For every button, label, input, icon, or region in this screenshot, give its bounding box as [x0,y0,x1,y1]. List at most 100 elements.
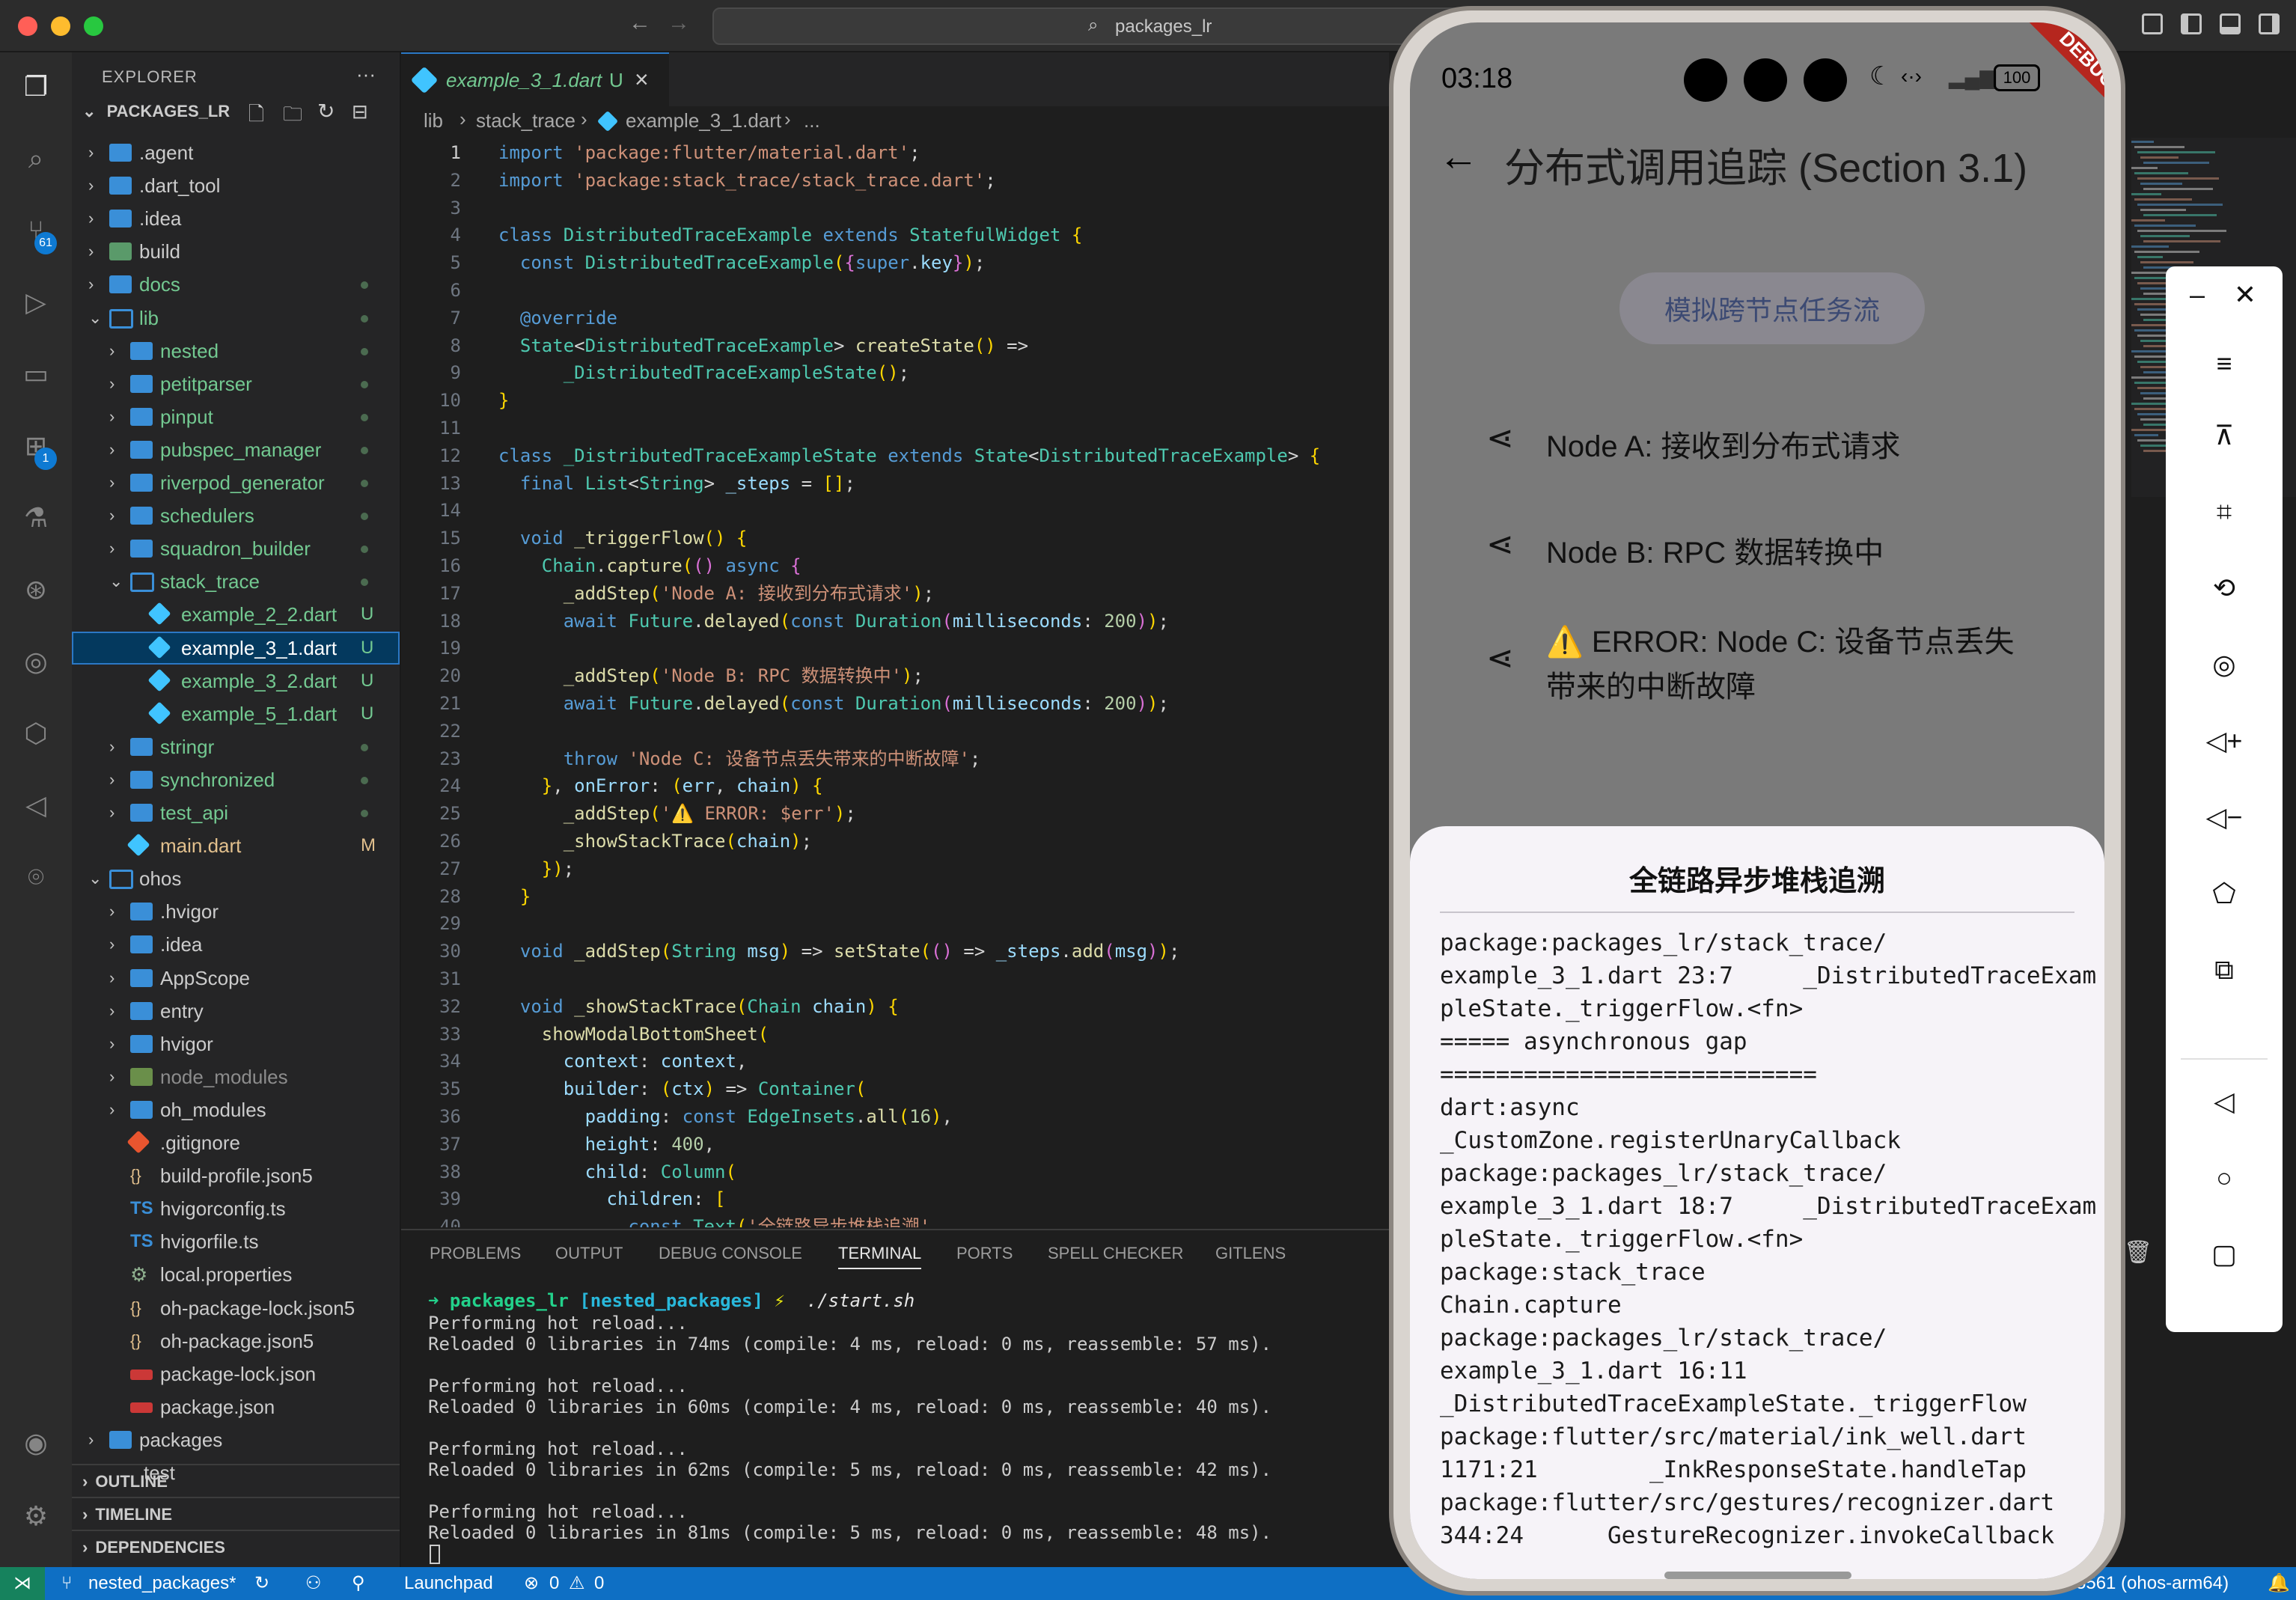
notification-bell-icon[interactable]: 🔔 [2268,1567,2290,1600]
volume-down-icon[interactable]: ◁− [2205,798,2244,837]
sync-icon[interactable]: ↻ [254,1567,269,1600]
nav-back-icon[interactable]: ◁ [2205,1082,2244,1121]
flutter-icon[interactable]: ◁ [18,787,54,823]
gitlens-icon[interactable]: ◎ [18,644,54,680]
screenshot-icon[interactable]: ◎ [2205,645,2244,684]
tree-item[interactable]: ⌄ stack_trace [72,565,400,598]
warning-count[interactable]: 0 [594,1567,604,1600]
dependencies-section[interactable]: › DEPENDENCIES [72,1530,400,1564]
tree-item[interactable]: › test_api [72,796,400,829]
tree-item[interactable]: package-lock.json [72,1358,400,1390]
toggle-panel-icon[interactable] [2220,13,2241,34]
account-icon[interactable]: ◉ [18,1425,54,1461]
timeline-section[interactable]: › TIMELINE [72,1497,400,1531]
tree-item[interactable]: › hvigor [72,1028,400,1060]
tab-debug-console[interactable]: DEBUG CONSOLE [659,1244,802,1263]
tree-item[interactable]: › pubspec_manager [72,433,400,466]
close-window-button[interactable] [18,16,37,36]
tree-item[interactable]: › node_modules [72,1060,400,1093]
inspector-icon[interactable]: ⌾ [18,859,54,895]
settings-gear-icon[interactable]: ⚙ [18,1498,54,1534]
tree-item[interactable]: › .agent [72,136,400,169]
tab-example-3-1[interactable]: example_3_1.dart U × [401,52,669,108]
trash-icon[interactable]: 🗑 [2124,1239,2152,1265]
new-file-icon[interactable]: 🗋 [248,100,264,133]
tree-item[interactable]: › nested [72,335,400,367]
remote-explorer-icon[interactable]: ▭ [18,356,54,392]
tree-item[interactable]: › .idea [72,928,400,961]
tab-ports[interactable]: PORTS [956,1244,1013,1263]
tree-item[interactable]: ⚙ local.properties [72,1258,400,1291]
run-debug-icon[interactable]: ▷ [18,284,54,320]
testing-icon[interactable]: ⚗ [18,500,54,536]
stack-trace-text[interactable]: package:packages_lr/stack_trace/ example… [1440,926,2096,1552]
tree-item[interactable]: › squadron_builder [72,532,400,565]
minimize-icon[interactable]: – [2178,275,2217,314]
containers-icon[interactable]: ⬡ [18,715,54,751]
tree-item[interactable]: example_5_1.dart U [72,697,400,730]
minimize-window-button[interactable] [51,16,70,36]
home-indicator[interactable] [1664,1572,1851,1579]
tree-item[interactable]: ⌄ lib [72,302,400,335]
tree-item[interactable]: TS hvigorconfig.ts [72,1192,400,1225]
tree-item[interactable]: › build [72,235,400,268]
breadcrumb-file[interactable]: example_3_1.dart [626,109,781,132]
tree-item[interactable]: ⌄ ohos [72,862,400,895]
launchpad-label[interactable]: Launchpad [404,1567,493,1600]
branch-name[interactable]: nested_packages* [88,1567,236,1600]
tree-item[interactable]: package.json [72,1390,400,1423]
tab-spell-checker[interactable]: SPELL CHECKER [1048,1244,1183,1263]
back-arrow-icon[interactable]: ← [629,10,651,36]
command-center-search[interactable]: ⌕ packages_lr [712,7,1464,45]
tree-item[interactable]: › packages [72,1423,400,1456]
breadcrumb-folder[interactable]: stack_trace [476,109,575,132]
tree-item[interactable]: › schedulers [72,499,400,532]
tree-item[interactable]: › pinput [72,400,400,433]
tab-gitlens[interactable]: GITLENS [1215,1244,1286,1263]
tree-item[interactable]: › riverpod_generator [72,466,400,499]
github-icon[interactable]: ⚇ [305,1567,322,1600]
new-folder-icon[interactable]: 🗀 [283,100,302,133]
breadcrumb-lib[interactable]: lib [424,109,443,132]
maximize-window-button[interactable] [84,16,103,36]
close-tab-icon[interactable]: × [635,66,649,94]
tree-item[interactable]: › petitparser [72,367,400,400]
git-graph-icon[interactable]: ⊛ [18,572,54,608]
shake-icon[interactable]: ⬠ [2205,874,2244,913]
pin-off-icon[interactable]: ⊼ [2205,416,2244,455]
simulate-flow-button[interactable]: 模拟跨节点任务流 [1619,272,1925,344]
menu-icon[interactable]: ≡ [2205,344,2244,383]
tree-item[interactable]: example_3_2.dart U [72,665,400,697]
tree-item[interactable]: {} build-profile.json5 [72,1159,400,1192]
rotate-icon[interactable]: ⟲ [2205,569,2244,608]
tree-item[interactable]: › .idea [72,202,400,235]
tab-output[interactable]: OUTPUT [555,1244,623,1263]
tree-item[interactable]: › .hvigor [72,895,400,928]
breadcrumb-symbol[interactable]: ... [804,109,820,132]
tab-terminal[interactable]: TERMINAL [838,1244,922,1269]
tree-item[interactable]: › entry [72,995,400,1028]
tree-item[interactable]: .gitignore [72,1126,400,1159]
tree-item[interactable]: › stringr [72,730,400,763]
forward-arrow-icon[interactable]: → [668,10,690,36]
error-count[interactable]: 0 [549,1567,559,1600]
tab-problems[interactable]: PROBLEMS [430,1244,521,1263]
volume-up-icon[interactable]: ◁+ [2205,721,2244,760]
multi-screen-icon[interactable]: ⧉ [2205,950,2244,989]
tree-item[interactable]: TS hvigorfile.ts [72,1225,400,1258]
outline-section[interactable]: › OUTLINE [72,1464,400,1498]
layout-toggle-icon[interactable] [2142,13,2163,34]
remote-indicator-icon[interactable]: ⋊ [0,1567,45,1600]
tree-item[interactable]: › .dart_tool [72,169,400,202]
tree-item[interactable]: example_3_1.dart U [72,631,400,665]
close-icon[interactable]: ✕ [2226,275,2265,314]
tree-item[interactable]: › oh_modules [72,1093,400,1126]
nav-home-icon[interactable]: ○ [2205,1158,2244,1197]
more-actions-icon[interactable]: ··· [356,63,376,86]
tree-item[interactable]: › synchronized [72,763,400,796]
crop-icon[interactable]: ⌗ [2205,492,2244,531]
toggle-sidebar-icon[interactable] [2181,13,2202,34]
toggle-secondary-sidebar-icon[interactable] [2259,13,2280,34]
explorer-icon[interactable]: ❐ [18,69,54,105]
collapse-all-icon[interactable]: ⊟ [352,100,368,123]
